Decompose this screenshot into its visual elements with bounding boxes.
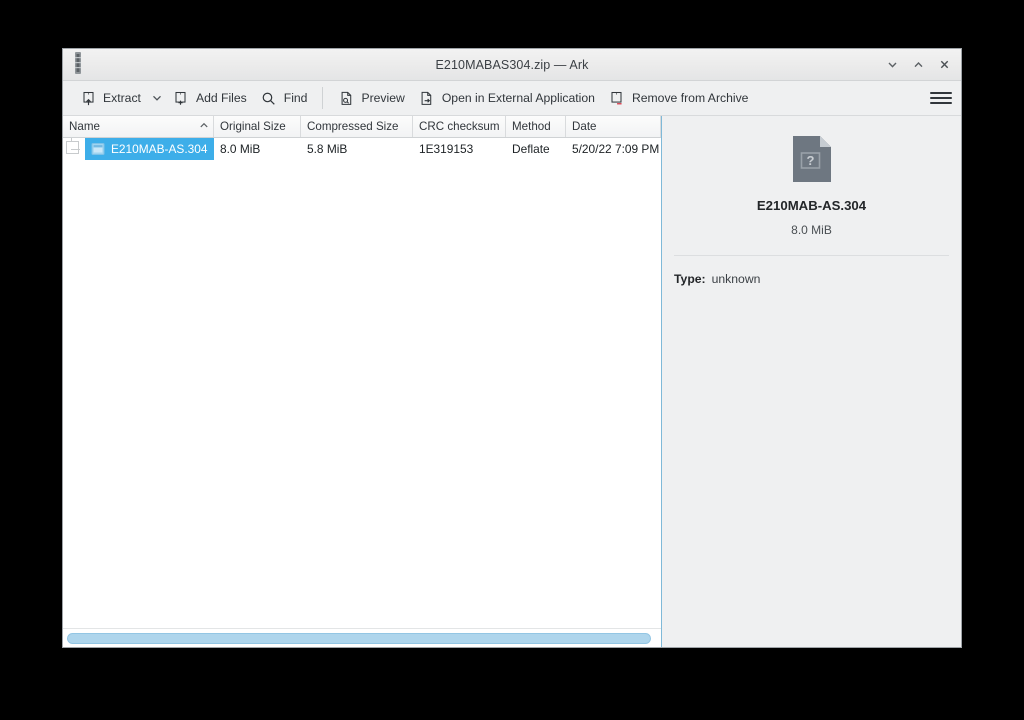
row-selection-highlight: E210MAB-AS.304 [85, 138, 214, 160]
open-external-label: Open in External Application [441, 91, 595, 105]
search-icon [261, 90, 277, 106]
open-external-button[interactable]: Open in External Application [412, 85, 602, 111]
column-header-original-size[interactable]: Original Size [214, 116, 301, 137]
info-type-row: Type: unknown [674, 272, 961, 286]
svg-text:?: ? [806, 153, 814, 168]
info-file-size: 8.0 MiB [791, 223, 832, 237]
find-label: Find [283, 91, 308, 105]
cell-original-size: 8.0 MiB [220, 142, 261, 156]
column-header-date[interactable]: Date [566, 116, 661, 137]
info-type-label: Type: [674, 272, 706, 286]
close-button[interactable] [931, 52, 957, 78]
preview-button[interactable]: Preview [331, 85, 411, 111]
extract-dropdown-button[interactable] [148, 85, 166, 111]
find-button[interactable]: Find [254, 85, 315, 111]
cell-method: Deflate [512, 142, 550, 156]
window-body: Name Original Size Compressed Size CRC c… [63, 116, 961, 647]
column-header-method[interactable]: Method [506, 116, 566, 137]
cell-date: 5/20/22 7:09 PM [572, 142, 660, 156]
toolbar-separator [322, 87, 324, 109]
horizontal-scrollbar[interactable] [63, 628, 661, 647]
cell-name[interactable]: E210MAB-AS.304 [63, 138, 214, 160]
file-list-pane: Name Original Size Compressed Size CRC c… [63, 116, 662, 647]
file-list-header: Name Original Size Compressed Size CRC c… [63, 116, 661, 138]
horizontal-scrollbar-thumb[interactable] [67, 632, 652, 644]
table-row[interactable]: E210MAB-AS.304 8.0 MiB 5.8 MiB 1E319153 … [63, 138, 661, 160]
document-open-external-icon [419, 90, 435, 106]
document-preview-icon [338, 90, 354, 106]
archive-extract-icon [80, 90, 96, 106]
info-separator [674, 255, 949, 256]
remove-label: Remove from Archive [631, 91, 749, 105]
main-toolbar: Extract Add Files Find Preview Open in E… [63, 81, 961, 116]
archive-add-icon [173, 90, 189, 106]
cell-compressed-size: 5.8 MiB [307, 142, 348, 156]
column-header-name[interactable]: Name [63, 116, 214, 137]
info-file-name: E210MAB-AS.304 [756, 198, 867, 213]
tree-expander[interactable] [63, 138, 80, 160]
column-header-crc[interactable]: CRC checksum [413, 116, 506, 137]
column-header-compressed-size[interactable]: Compressed Size [301, 116, 413, 137]
ark-window: E210MABAS304.zip — Ark Extract Add Files… [62, 48, 962, 648]
file-icon [91, 142, 105, 156]
minimize-button[interactable] [879, 52, 905, 78]
ark-icon [71, 51, 85, 75]
info-type-value: unknown [711, 272, 761, 286]
hamburger-menu-icon[interactable] [930, 87, 952, 109]
archive-remove-icon [609, 90, 625, 106]
cell-crc: 1E319153 [419, 142, 474, 156]
preview-label: Preview [361, 91, 405, 105]
extract-button[interactable]: Extract [73, 85, 148, 111]
extract-label: Extract [103, 91, 141, 105]
file-list-rows: E210MAB-AS.304 8.0 MiB 5.8 MiB 1E319153 … [63, 138, 661, 628]
info-panel: ? E210MAB-AS.304 8.0 MiB Type: unknown [662, 116, 961, 647]
file-name: E210MAB-AS.304 [111, 142, 208, 156]
titlebar[interactable]: E210MABAS304.zip — Ark [63, 49, 961, 81]
maximize-button[interactable] [905, 52, 931, 78]
remove-from-archive-button[interactable]: Remove from Archive [602, 85, 756, 111]
add-files-label: Add Files [195, 91, 247, 105]
window-controls [879, 49, 957, 80]
unknown-file-type-icon: ? [662, 134, 961, 184]
add-files-button[interactable]: Add Files [166, 85, 254, 111]
sort-ascending-icon [199, 120, 209, 133]
window-title: E210MABAS304.zip — Ark [435, 57, 589, 72]
